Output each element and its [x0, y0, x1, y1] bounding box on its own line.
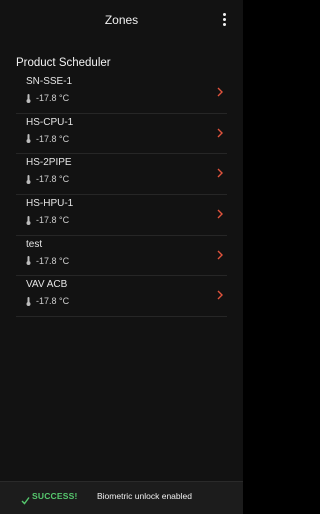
- thermometer-icon: [26, 215, 31, 225]
- zone-temperature-value: -17.8 °C: [36, 296, 70, 307]
- chevron-right-icon[interactable]: [216, 287, 224, 300]
- more-vertical-icon[interactable]: [221, 13, 227, 27]
- check-icon: [21, 492, 30, 505]
- zone-temperature: -17.8 °C: [26, 134, 69, 144]
- zone-temperature: -17.8 °C: [26, 215, 69, 225]
- zone-name: HS-CPU-1: [26, 116, 74, 128]
- zone-temperature-value: -17.8 °C: [36, 174, 70, 185]
- zone-name: HS-2PIPE: [26, 157, 72, 169]
- section-title: Product Scheduler: [16, 57, 111, 69]
- zone-name: VAV ACB: [26, 279, 68, 291]
- chevron-right-icon[interactable]: [216, 165, 224, 178]
- zone-name: HS-HPU-1: [26, 198, 74, 210]
- zone-temperature-value: -17.8 °C: [36, 255, 70, 266]
- page-title: Zones: [104, 13, 139, 27]
- zone-temperature: -17.8 °C: [26, 296, 69, 306]
- snackbar-status: SUCCESS!: [32, 491, 78, 501]
- zone-row[interactable]: HS-HPU-1 -17.8 °C: [16, 195, 227, 236]
- thermometer-icon: [26, 174, 31, 184]
- chevron-right-icon[interactable]: [216, 206, 224, 219]
- snackbar: SUCCESS! Biometric unlock enabled: [0, 481, 243, 514]
- app-bar: Zones: [0, 0, 243, 40]
- thermometer-icon: [26, 296, 31, 306]
- zones-screen: Zones Product Scheduler SN-SSE-1 -17.8 °…: [0, 0, 243, 514]
- zones-content: Product Scheduler SN-SSE-1 -17.8 °C HS-C…: [0, 40, 243, 480]
- zone-name: SN-SSE-1: [26, 76, 73, 87]
- chevron-right-icon[interactable]: [216, 84, 224, 97]
- zone-temperature-value: -17.8 °C: [36, 215, 70, 226]
- thermometer-icon: [26, 256, 31, 266]
- zone-temperature-value: -17.8 °C: [36, 133, 70, 144]
- chevron-right-icon[interactable]: [216, 125, 224, 138]
- zone-temperature: -17.8 °C: [26, 256, 69, 266]
- thermometer-icon: [26, 134, 31, 144]
- zone-name: test: [26, 238, 43, 250]
- zone-temperature: -17.8 °C: [26, 93, 69, 103]
- zone-row[interactable]: HS-2PIPE -17.8 °C: [16, 154, 227, 196]
- zone-list: SN-SSE-1 -17.8 °C HS-CPU-1 -17.8 °C HS-2…: [16, 73, 227, 318]
- zone-row[interactable]: HS-CPU-1 -17.8 °C: [16, 114, 227, 155]
- snackbar-message: Biometric unlock enabled: [97, 491, 192, 501]
- thermometer-icon: [26, 93, 31, 103]
- zone-row[interactable]: VAV ACB -17.8 °C: [16, 276, 227, 318]
- zone-temperature-value: -17.8 °C: [36, 93, 70, 103]
- zone-row[interactable]: SN-SSE-1 -17.8 °C: [16, 73, 227, 114]
- zone-temperature: -17.8 °C: [26, 174, 69, 184]
- zone-row[interactable]: test -17.8 °C: [16, 236, 227, 277]
- chevron-right-icon[interactable]: [216, 247, 224, 260]
